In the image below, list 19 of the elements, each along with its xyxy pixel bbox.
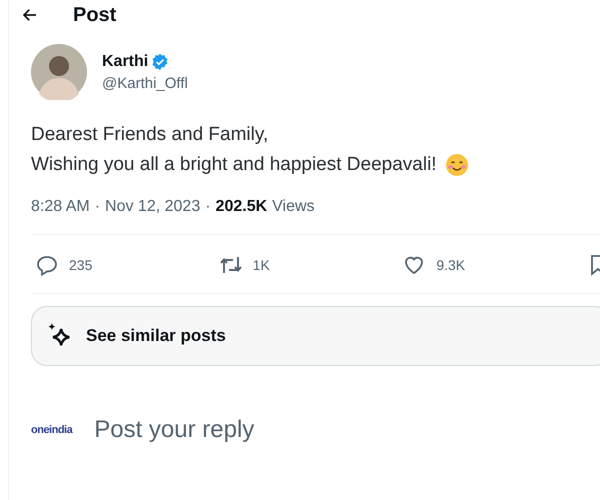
separator-dot: · — [205, 198, 211, 216]
reply-button[interactable]: 235 — [31, 249, 127, 281]
author-name[interactable]: Karthi — [102, 52, 148, 70]
reply-icon — [35, 253, 59, 277]
post-time[interactable]: 8:28 AM — [31, 198, 90, 216]
post-date[interactable]: Nov 12, 2023 — [105, 198, 200, 216]
page-title: Post — [73, 4, 116, 26]
smiling-face-icon — [444, 153, 469, 177]
see-similar-posts-button[interactable]: See similar posts — [31, 306, 600, 366]
repost-button[interactable]: 1K — [214, 249, 311, 281]
avatar — [31, 44, 87, 100]
views-count: 202.5K — [216, 198, 268, 216]
post-text-line: Dearest Friends and Family, — [31, 123, 268, 147]
author-handle[interactable]: @Karthi_Offl — [102, 74, 188, 92]
views-label: Views — [272, 198, 315, 216]
account-logo: oneindia — [31, 424, 72, 436]
like-button[interactable]: 9.3K — [398, 249, 494, 281]
separator-dot: · — [94, 198, 100, 216]
post-text-line: Wishing you all a bright and happiest Deepavali! — [31, 153, 437, 177]
